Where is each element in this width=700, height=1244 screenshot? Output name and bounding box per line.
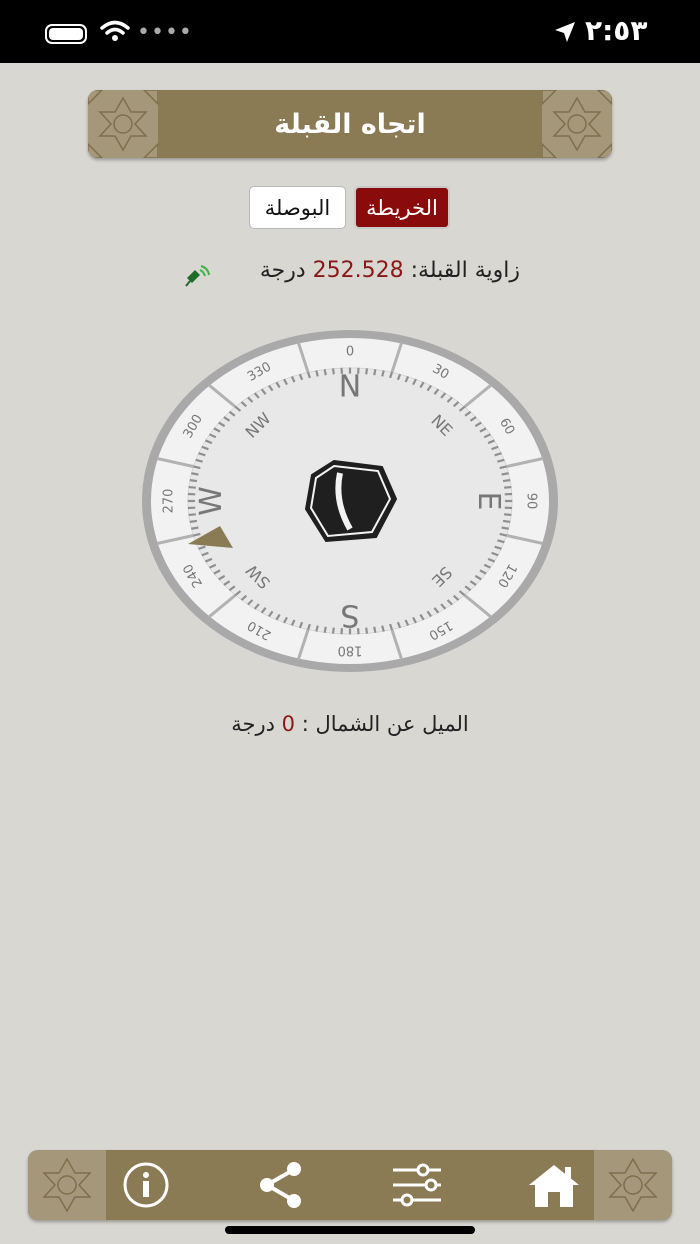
declination-row: الميل عن الشمال : 0 درجة <box>0 712 700 736</box>
home-button[interactable] <box>514 1150 594 1220</box>
wifi-icon <box>100 20 130 41</box>
status-time: ٢:٥٣ <box>585 14 648 47</box>
cardinal-label: N <box>339 370 361 405</box>
tab-map[interactable]: الخريطة <box>354 186 450 229</box>
bottom-nav <box>28 1150 672 1220</box>
declination-label: الميل عن الشمال : <box>301 712 469 736</box>
degree-label: 270 <box>162 489 177 514</box>
battery-icon <box>45 24 87 44</box>
declination-value: 0 <box>281 712 296 736</box>
qibla-angle-label: زاوية القبلة: <box>410 258 520 283</box>
qibla-angle-unit: درجة <box>259 258 306 283</box>
declination-unit: درجة <box>231 712 275 736</box>
home-icon <box>529 1165 579 1207</box>
share-button[interactable] <box>241 1150 321 1220</box>
location-arrow-icon <box>555 22 575 42</box>
info-button[interactable] <box>106 1150 186 1220</box>
status-bar: •••• ٢:٥٣ <box>0 0 700 63</box>
header-banner: اتجاه القبلة <box>88 90 612 158</box>
compass-dial: 0306090120150180210240270300330 NESWNESES… <box>142 330 558 672</box>
degree-label: 0 <box>346 345 354 360</box>
qibla-angle-value: 252.528 <box>312 258 404 283</box>
settings-button[interactable] <box>377 1150 457 1220</box>
tab-compass[interactable]: البوصلة <box>249 186 346 229</box>
info-icon <box>123 1162 169 1208</box>
settings-sliders-icon <box>393 1163 441 1207</box>
share-icon <box>260 1162 301 1208</box>
home-indicator <box>225 1226 475 1234</box>
cardinal-label: E <box>471 492 506 511</box>
signal-dots-icon: •••• <box>137 20 193 45</box>
cardinal-label: S <box>340 597 359 632</box>
ornament-pattern-right <box>594 1150 672 1220</box>
degree-label: 180 <box>338 642 363 657</box>
page-title: اتجاه القبلة <box>274 108 426 140</box>
ornament-pattern-left <box>28 1150 106 1220</box>
degree-label: 90 <box>523 493 538 510</box>
qibla-angle-row: زاوية القبلة: 252.528 درجة <box>180 258 520 294</box>
gps-signal-icon <box>185 265 210 287</box>
cardinal-label: W <box>194 486 229 516</box>
